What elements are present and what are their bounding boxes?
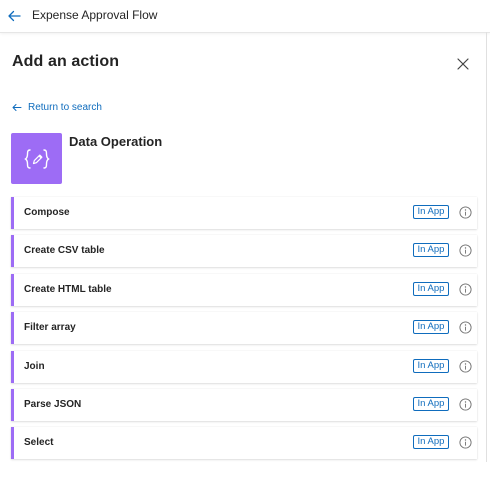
action-create-csv-table[interactable]: Create CSV table In App	[11, 235, 477, 267]
connector-tile	[11, 133, 62, 184]
in-app-badge: In App	[413, 243, 449, 257]
action-label: Create CSV table	[24, 245, 105, 256]
in-app-badge: In App	[413, 397, 449, 411]
action-label: Compose	[24, 207, 70, 218]
close-button[interactable]	[452, 53, 474, 75]
info-button[interactable]	[458, 435, 472, 449]
return-to-search-label: Return to search	[28, 101, 102, 113]
info-icon	[458, 435, 472, 449]
info-button[interactable]	[458, 243, 472, 257]
info-icon	[458, 359, 472, 373]
back-button[interactable]	[4, 6, 24, 26]
info-icon	[458, 397, 472, 411]
arrow-left-icon	[12, 103, 22, 111]
info-button[interactable]	[458, 282, 472, 296]
action-join[interactable]: Join In App	[11, 351, 477, 383]
action-label: Parse JSON	[24, 399, 82, 410]
info-icon	[458, 320, 472, 334]
panel-divider	[486, 32, 487, 462]
info-icon	[458, 243, 472, 257]
top-bar: Expense Approval Flow	[0, 0, 490, 33]
in-app-badge: In App	[413, 320, 449, 334]
info-icon	[458, 205, 472, 219]
info-button[interactable]	[458, 359, 472, 373]
in-app-badge: In App	[413, 205, 449, 219]
info-icon	[458, 282, 472, 296]
close-icon	[457, 58, 469, 70]
action-create-html-table[interactable]: Create HTML table In App	[11, 274, 477, 306]
return-to-search-link[interactable]: Return to search	[11, 99, 102, 115]
panel-title: Add an action	[12, 53, 120, 70]
in-app-badge: In App	[413, 435, 449, 449]
info-button[interactable]	[458, 205, 472, 219]
in-app-badge: In App	[413, 282, 449, 296]
in-app-badge: In App	[413, 359, 449, 373]
action-compose[interactable]: Compose In App	[11, 197, 477, 229]
action-label: Select	[24, 437, 54, 448]
action-select[interactable]: Select In App	[11, 427, 477, 459]
action-label: Filter array	[24, 322, 76, 333]
info-button[interactable]	[458, 397, 472, 411]
action-filter-array[interactable]: Filter array In App	[11, 312, 477, 344]
action-label: Create HTML table	[24, 284, 112, 295]
connector-name: Data Operation	[69, 134, 163, 149]
arrow-left-icon	[8, 10, 21, 22]
info-button[interactable]	[458, 320, 472, 334]
flow-title: Expense Approval Flow	[32, 8, 158, 22]
data-operation-icon	[23, 148, 50, 169]
action-parse-json[interactable]: Parse JSON In App	[11, 389, 477, 421]
action-label: Join	[24, 361, 45, 372]
